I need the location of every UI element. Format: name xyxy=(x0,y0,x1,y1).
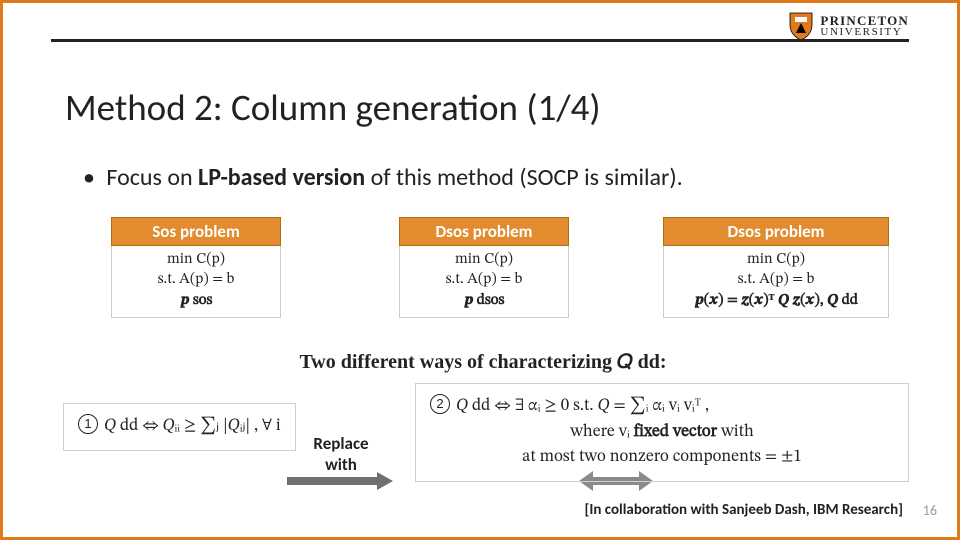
bullet-dot: • xyxy=(83,163,101,192)
box-sos: Sos problem min C(p) s.t. A(p) = b 𝒑 sos xyxy=(111,217,281,318)
circled-1-icon: 1 xyxy=(78,414,98,434)
dsos2-line1: min C(p) xyxy=(672,250,880,270)
sos-line2: s.t. A(p) = b xyxy=(120,270,272,290)
box-dsos2-body: min C(p) s.t. A(p) = b 𝒑(𝒙) = 𝒛(𝒙)ᵀ 𝑸 𝒛(… xyxy=(663,246,889,318)
slide: PRINCETON UNIVERSITY Method 2: Column ge… xyxy=(0,0,960,540)
bullet-post: of this method (SOCP is similar). xyxy=(365,163,683,192)
circled-2-icon: 2 xyxy=(430,394,450,414)
replace-l2: with xyxy=(293,454,389,475)
dsos1-line2: s.t. A(p) = b xyxy=(408,270,560,290)
brand-line2: UNIVERSITY xyxy=(820,27,909,38)
replace-l1: Replace xyxy=(293,433,389,454)
box-sos-header: Sos problem xyxy=(111,217,281,246)
footer-credit: [In collaboration with Sanjeeb Dash, IBM… xyxy=(584,501,903,519)
box-dsos1-body: min C(p) s.t. A(p) = b 𝒑 dsos xyxy=(399,246,569,318)
bullet-1: • Focus on LP-based version of this meth… xyxy=(83,163,683,192)
box-dsos-2: Dsos problem min C(p) s.t. A(p) = b 𝒑(𝒙)… xyxy=(663,217,889,318)
box-dsos1-header: Dsos problem xyxy=(399,217,569,246)
box-dsos-1: Dsos problem min C(p) s.t. A(p) = b 𝒑 ds… xyxy=(399,217,569,318)
cond2-line3: at most two nonzero components = ±1 xyxy=(430,445,894,471)
condition-2: 2𝑄 dd ⇔ ∃ αᵢ ≥ 0 s.t. 𝑄 = ∑ᵢ αᵢ vᵢ vᵢᵀ ,… xyxy=(415,383,909,482)
cond2-line1: 2𝑄 dd ⇔ ∃ αᵢ ≥ 0 s.t. 𝑄 = ∑ᵢ αᵢ vᵢ vᵢᵀ , xyxy=(430,394,894,420)
bullet-bold: LP-based version xyxy=(198,163,365,192)
dsos1-line1: min C(p) xyxy=(408,250,560,270)
dsos2-line2: s.t. A(p) = b xyxy=(672,270,880,290)
two-ways-label: Two different ways of characterizing 𝑄 d… xyxy=(3,351,960,374)
dsos2-line3: 𝒑(𝒙) = 𝒛(𝒙)ᵀ 𝑸 𝒛(𝒙), 𝑸 dd xyxy=(672,291,880,311)
condition-1: 1 𝑄 dd ⇔ 𝑄ᵢᵢ ≥ ∑ⱼ |𝑄ᵢⱼ| , ∀ i xyxy=(63,403,296,451)
cond2-line2: where vᵢ fixed vector with xyxy=(430,420,894,446)
box-dsos2-header: Dsos problem xyxy=(663,217,889,246)
bullet-pre: Focus on xyxy=(101,163,198,192)
shield-icon xyxy=(788,11,814,41)
page-number: 16 xyxy=(923,502,937,519)
top-rule xyxy=(51,39,909,42)
arrow-right-icon xyxy=(287,473,393,489)
brand-logo: PRINCETON UNIVERSITY xyxy=(788,11,909,41)
replace-label: Replace with xyxy=(293,433,389,475)
cond1-text: 𝑄 dd ⇔ 𝑄ᵢᵢ ≥ ∑ⱼ |𝑄ᵢⱼ| , ∀ i xyxy=(104,418,281,435)
slide-title: Method 2: Column generation (1/4) xyxy=(65,85,601,130)
box-sos-body: min C(p) s.t. A(p) = b 𝒑 sos xyxy=(111,246,281,318)
sos-line3: 𝒑 sos xyxy=(120,291,272,311)
dsos1-line3: 𝒑 dsos xyxy=(408,291,560,311)
sos-line1: min C(p) xyxy=(120,250,272,270)
